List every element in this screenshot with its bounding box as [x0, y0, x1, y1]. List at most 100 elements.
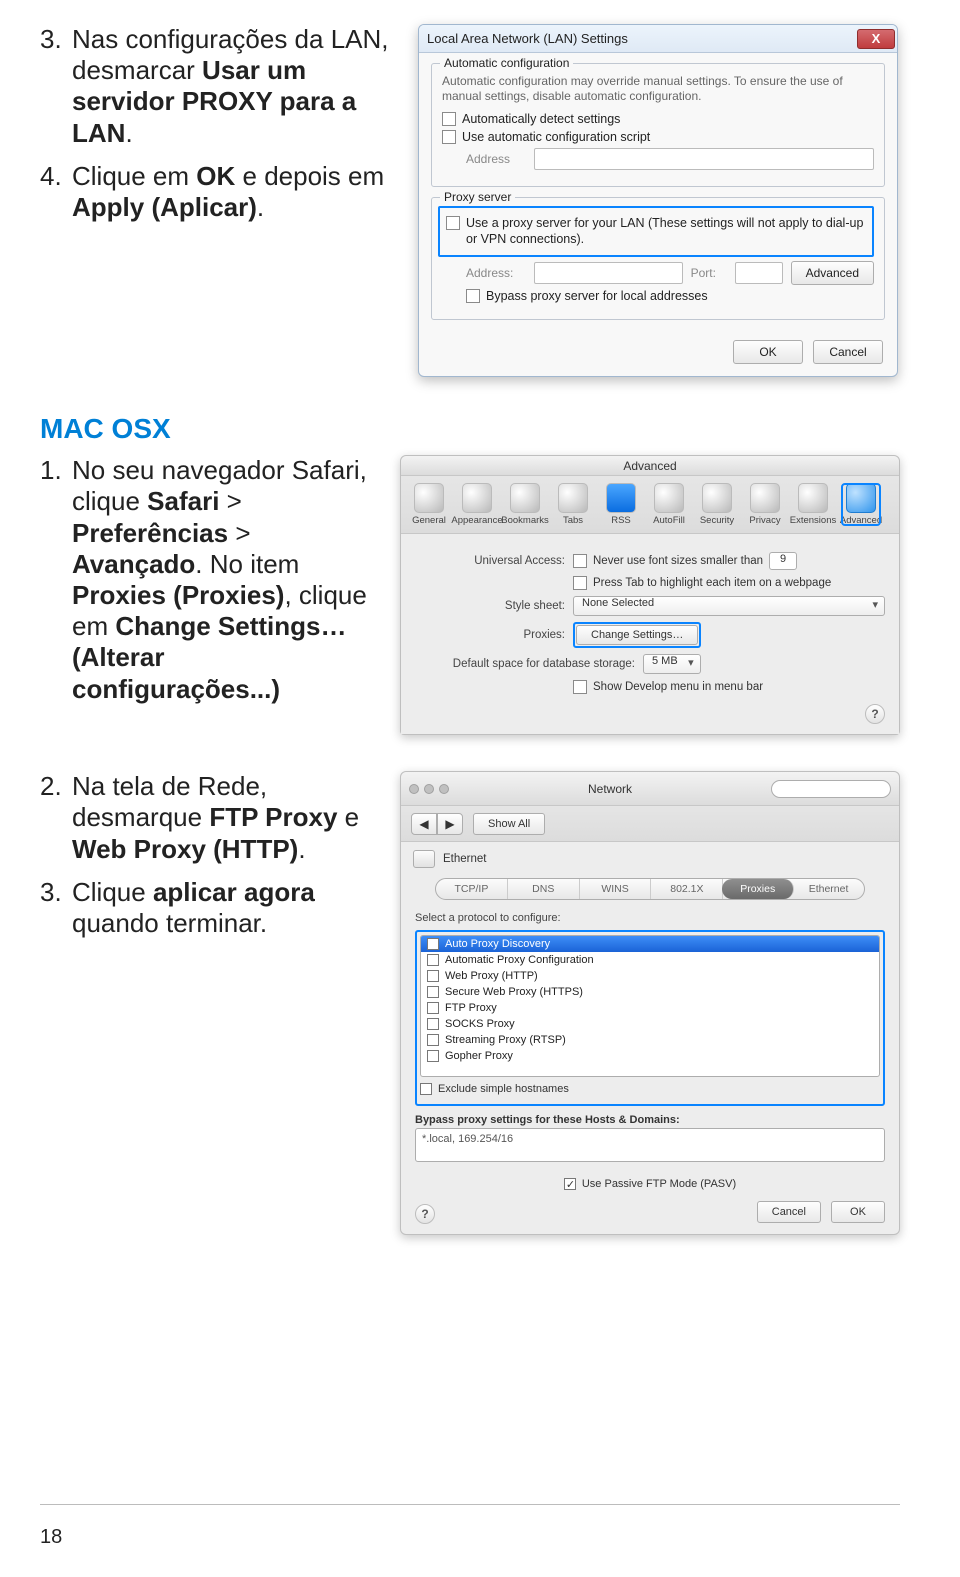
change-settings-button[interactable]: Change Settings…	[576, 625, 698, 645]
lan-settings-dialog: Local Area Network (LAN) Settings X Auto…	[418, 24, 898, 377]
network-window: Network ◀ ▶ Show All Ethernet TCP/IP	[400, 771, 900, 1235]
net-title: Network	[455, 782, 765, 796]
develop-menu-row[interactable]: Show Develop menu in menu bar	[415, 680, 885, 694]
instruction-column: 1. No seu navegador Safari, clique Safar…	[40, 455, 372, 735]
search-input[interactable]	[771, 780, 891, 798]
proxy-port-input[interactable]	[735, 262, 783, 284]
checkbox-icon	[427, 938, 439, 950]
list-item[interactable]: Streaming Proxy (RTSP)	[421, 1032, 879, 1048]
proxies-row: Proxies: Change Settings…	[415, 622, 885, 648]
cancel-button[interactable]: Cancel	[813, 340, 883, 364]
detect-settings-row[interactable]: Automatically detect settings	[442, 112, 874, 126]
bypass-input[interactable]: *.local, 169.254/16	[415, 1128, 885, 1162]
net-toolbar: ◀ ▶ Show All	[401, 806, 899, 842]
iface-row: Ethernet	[401, 842, 899, 868]
ua-value[interactable]: Never use font sizes smaller than 9	[573, 552, 885, 570]
auto-script-row[interactable]: Use automatic configuration script	[442, 130, 874, 144]
back-button[interactable]: ◀	[411, 813, 437, 835]
toolbar-rss[interactable]: RSS	[601, 483, 641, 526]
list-item[interactable]: Automatic Proxy Configuration	[421, 952, 879, 968]
step-body: Clique em OK e depois em Apply (Aplicar)…	[72, 161, 390, 223]
proxy-address-input[interactable]	[534, 262, 683, 284]
use-proxy-row[interactable]: Use a proxy server for your LAN (These s…	[446, 216, 866, 247]
list-item[interactable]: Auto Proxy Discovery	[421, 936, 879, 952]
dialog-button-row: OK Cancel	[431, 330, 885, 364]
advanced-button[interactable]: Advanced	[791, 261, 874, 285]
style-sheet-row: Style sheet: None Selected	[415, 596, 885, 616]
network-column: Network ◀ ▶ Show All Ethernet TCP/IP	[400, 771, 900, 1235]
passive-ftp-row[interactable]: Use Passive FTP Mode (PASV)	[415, 1178, 885, 1190]
toolbar-autofill[interactable]: AutoFill	[649, 483, 689, 526]
checkbox-icon	[420, 1083, 432, 1095]
toolbar-appearance[interactable]: Appearance	[457, 483, 497, 526]
bypass-local-row[interactable]: Bypass proxy server for local addresses	[466, 289, 874, 303]
tab-dns[interactable]: DNS	[508, 879, 580, 899]
checkbox-icon	[427, 1002, 439, 1014]
toolbar-security[interactable]: Security	[697, 483, 737, 526]
tab-wins[interactable]: WINS	[580, 879, 652, 899]
close-dot-icon	[409, 784, 419, 794]
step-body: Na tela de Rede, desmarque FTP Proxy e W…	[72, 771, 372, 865]
net-body: Select a protocol to configure: Auto Pro…	[401, 900, 899, 1234]
list-item[interactable]: FTP Proxy	[421, 1000, 879, 1016]
highlight-box: Auto Proxy Discovery Automatic Proxy Con…	[415, 930, 885, 1106]
toolbar-advanced[interactable]: Advanced	[841, 483, 881, 526]
ok-button[interactable]: OK	[733, 340, 803, 364]
toolbar-tabs[interactable]: Tabs	[553, 483, 593, 526]
script-address-input[interactable]	[534, 148, 874, 170]
checkbox-label: Automatically detect settings	[462, 112, 620, 126]
step-num: 4.	[40, 161, 64, 223]
tab-highlight-row[interactable]: Press Tab to highlight each item on a we…	[415, 576, 885, 590]
step-num: 3.	[40, 877, 64, 939]
tabs-icon	[558, 483, 588, 513]
tab-proxies[interactable]: Proxies	[722, 879, 794, 899]
window-title: Advanced	[401, 456, 899, 476]
font-size-input[interactable]: 9	[769, 552, 797, 570]
checkbox-icon	[466, 289, 480, 303]
help-icon[interactable]: ?	[415, 1204, 435, 1224]
universal-access-row: Universal Access: Never use font sizes s…	[415, 552, 885, 570]
forward-button[interactable]: ▶	[437, 813, 463, 835]
toolbar-privacy[interactable]: Privacy	[745, 483, 785, 526]
close-button[interactable]: X	[857, 29, 895, 49]
protocol-list[interactable]: Auto Proxy Discovery Automatic Proxy Con…	[420, 935, 880, 1077]
style-select[interactable]: None Selected	[573, 596, 885, 616]
bypass-label: Bypass proxy settings for these Hosts & …	[415, 1114, 885, 1126]
ethernet-icon	[413, 850, 435, 868]
list-item[interactable]: Web Proxy (HTTP)	[421, 968, 879, 984]
dialog-titlebar: Local Area Network (LAN) Settings X	[419, 25, 897, 53]
list-item[interactable]: SOCKS Proxy	[421, 1016, 879, 1032]
help-icon[interactable]: ?	[865, 704, 885, 724]
show-all-button[interactable]: Show All	[473, 813, 545, 835]
safari-advanced-window: Advanced General Appearance Bookmarks Ta…	[400, 455, 900, 735]
ok-button[interactable]: OK	[831, 1201, 885, 1223]
traffic-lights[interactable]	[409, 784, 449, 794]
list-item[interactable]: Gopher Proxy	[421, 1048, 879, 1064]
checkbox-icon	[427, 954, 439, 966]
cancel-button[interactable]: Cancel	[757, 1201, 821, 1223]
step-3: 3. Nas configurações da LAN, desmarcar U…	[40, 24, 390, 149]
step-body: Nas configurações da LAN, desmarcar Usar…	[72, 24, 390, 149]
checkbox-icon	[427, 970, 439, 982]
dialog-title: Local Area Network (LAN) Settings	[427, 31, 628, 46]
instruction-column: 3. Nas configurações da LAN, desmarcar U…	[40, 24, 390, 377]
step-4: 4. Clique em OK e depois em Apply (Aplic…	[40, 161, 390, 223]
list-item[interactable]: Secure Web Proxy (HTTPS)	[421, 984, 879, 1000]
tab-ethernet[interactable]: Ethernet	[793, 879, 864, 899]
exclude-row[interactable]: Exclude simple hostnames	[420, 1083, 880, 1095]
tab-tcpip[interactable]: TCP/IP	[436, 879, 508, 899]
group-title: Proxy server	[440, 190, 515, 204]
toolbar-general[interactable]: General	[409, 483, 449, 526]
step-num: 3.	[40, 24, 64, 149]
toolbar-extensions[interactable]: Extensions	[793, 483, 833, 526]
group-auto-config: Automatic configuration Automatic config…	[431, 63, 885, 187]
checkbox-icon	[427, 1034, 439, 1046]
tab-8021x[interactable]: 802.1X	[651, 879, 723, 899]
db-select[interactable]: 5 MB	[643, 654, 701, 674]
select-protocol-label: Select a protocol to configure:	[415, 912, 885, 924]
checkbox-icon	[573, 576, 587, 590]
checkbox-icon	[573, 554, 587, 568]
toolbar-bookmarks[interactable]: Bookmarks	[505, 483, 545, 526]
back-forward[interactable]: ◀ ▶	[411, 813, 463, 835]
checkbox-icon	[573, 680, 587, 694]
